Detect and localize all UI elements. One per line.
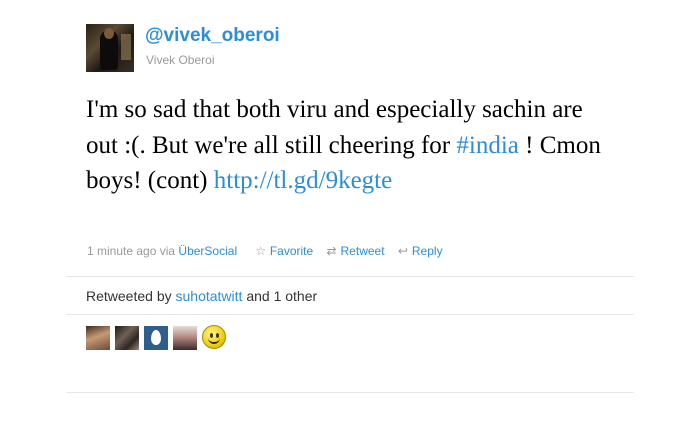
smiley-avatar[interactable] (202, 325, 226, 349)
divider-top (66, 276, 634, 277)
retweeter-link[interactable]: suhotatwitt (176, 288, 243, 304)
smiley-mouth (208, 336, 220, 344)
retweeted-by-suffix: and 1 other (246, 288, 318, 304)
via-app-link[interactable]: ÜberSocial (178, 244, 237, 258)
author-screen-name[interactable]: @vivek_oberoi (145, 25, 280, 47)
avatar-background (121, 34, 131, 60)
tweet-page: @vivek_oberoi Vivek Oberoi I'm so sad th… (0, 0, 700, 425)
tweet-url-link[interactable]: http://tl.gd/9kegte (214, 167, 392, 194)
via-label: via (159, 243, 176, 258)
timestamp[interactable]: 1 minute ago (87, 244, 156, 258)
retweeted-by: Retweeted by suhotatwitt and 1 other (86, 288, 317, 304)
retweeted-by-prefix: Retweeted by (86, 288, 172, 304)
avatar-head (104, 28, 114, 39)
tweet-meta: 1 minute ago via ÜberSocial ☆ Favorite ⇄ R… (87, 243, 451, 259)
retweeter-avatar[interactable] (86, 326, 110, 350)
retweet-button[interactable]: ⇄ Retweet (325, 243, 385, 259)
egg-icon (151, 330, 161, 345)
retweeter-avatar-default[interactable] (144, 326, 168, 350)
divider-middle (66, 314, 634, 315)
retweet-label: Retweet (340, 244, 385, 259)
author-avatar[interactable] (86, 24, 134, 72)
star-icon: ☆ (255, 244, 267, 259)
retweeter-avatar[interactable] (115, 326, 139, 350)
favorite-button[interactable]: ☆ Favorite (254, 243, 313, 258)
retweeter-avatar[interactable] (173, 326, 197, 350)
favorite-label: Favorite (269, 244, 314, 259)
author-full-name: Vivek Oberoi (146, 53, 215, 67)
retweet-icon: ⇄ (326, 244, 337, 259)
reply-button[interactable]: ↩ Reply (396, 243, 443, 258)
tweet-header: @vivek_oberoi Vivek Oberoi (86, 22, 646, 76)
tweet-text: I'm so sad that both viru and especially… (86, 92, 606, 199)
reply-icon: ↩ (397, 244, 408, 259)
reply-label: Reply (411, 244, 443, 259)
divider-bottom (66, 392, 634, 393)
hashtag-link[interactable]: #india (456, 132, 519, 159)
